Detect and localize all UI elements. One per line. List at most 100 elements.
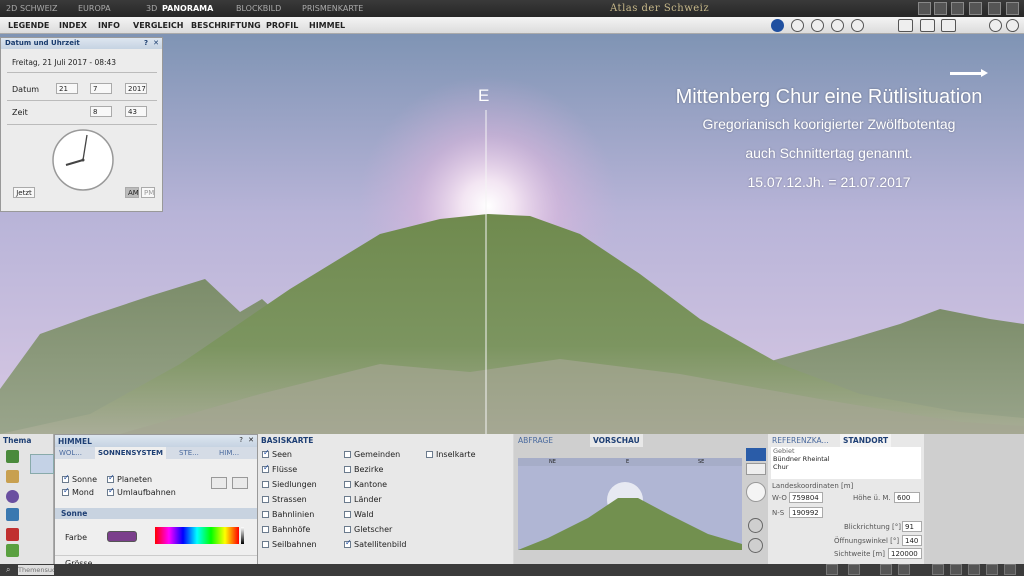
planeten-checkbox[interactable]: Planeten xyxy=(107,473,152,486)
color-picker[interactable] xyxy=(155,527,239,544)
layer-checkbox-gemeinden[interactable]: Gemeinden xyxy=(344,450,400,461)
panel-layout-icon[interactable] xyxy=(918,2,931,15)
layer-checkbox-bahnhöfe[interactable]: Bahnhöfe xyxy=(262,525,310,536)
layer-checkbox-gletscher[interactable]: Gletscher xyxy=(344,525,392,536)
layer-checkbox-bahnlinien[interactable]: Bahnlinien xyxy=(262,510,314,521)
tab-sonnensystem[interactable]: SONNENSYSTEM xyxy=(95,447,167,459)
fullscreen-status-icon[interactable] xyxy=(986,564,998,575)
zoom-out-icon[interactable] xyxy=(811,19,824,32)
search-icon[interactable]: ⌕ xyxy=(6,565,10,575)
tab-vorschau[interactable]: VORSCHAU xyxy=(590,434,643,447)
checkbox-icon[interactable] xyxy=(344,481,351,488)
tab-wolken[interactable]: WOL... xyxy=(59,449,82,457)
oeffnungswinkel-input[interactable]: 140 xyxy=(902,535,922,546)
mond-checkbox[interactable]: Mond xyxy=(62,486,94,499)
layer-checkbox-länder[interactable]: Länder xyxy=(344,495,382,506)
split-icon[interactable] xyxy=(950,564,962,575)
layer-checkbox-wald[interactable]: Wald xyxy=(344,510,374,521)
reset-icon[interactable] xyxy=(232,477,248,489)
split-layout-icon[interactable] xyxy=(934,2,947,15)
people-theme-icon[interactable] xyxy=(6,470,19,483)
brightness-slider[interactable] xyxy=(241,527,244,544)
preview-thumbnail[interactable] xyxy=(518,458,742,550)
checkbox-icon[interactable] xyxy=(262,463,270,473)
checkbox-icon[interactable] xyxy=(262,448,270,458)
checkbox-icon[interactable] xyxy=(426,451,433,458)
layer-checkbox-siedlungen[interactable]: Siedlungen xyxy=(262,480,317,491)
mode-blockbild[interactable]: BLOCKBILD xyxy=(236,4,281,13)
mode-prismenkarte[interactable]: PRISMENKARTE xyxy=(302,4,363,13)
checkbox-icon[interactable] xyxy=(344,466,351,473)
window-icon[interactable] xyxy=(932,564,944,575)
checkbox-icon[interactable] xyxy=(107,486,115,496)
tab-standort[interactable]: STANDORT xyxy=(840,434,892,447)
checkbox-icon[interactable] xyxy=(62,486,70,496)
checkbox-icon[interactable] xyxy=(344,451,351,458)
menu-himmel[interactable]: HIMMEL xyxy=(309,21,345,30)
tab-referenzkarte[interactable]: REFERENZKA... xyxy=(772,436,829,445)
day-field[interactable]: 21 xyxy=(56,83,78,94)
checkbox-icon[interactable] xyxy=(344,526,351,533)
layer-checkbox-inselkarte[interactable]: Inselkarte xyxy=(426,450,475,461)
tab-himmel[interactable]: HIM... xyxy=(219,449,239,457)
transport-theme-icon[interactable] xyxy=(6,528,19,541)
mode-europa[interactable]: EUROPA xyxy=(78,4,111,13)
compare-icon[interactable] xyxy=(968,564,980,575)
layer-checkbox-strassen[interactable]: Strassen xyxy=(262,495,307,506)
close-panel-icon[interactable]: ✕ xyxy=(248,436,254,444)
ns-input[interactable]: 190992 xyxy=(789,507,823,518)
layer-checkbox-bezirke[interactable]: Bezirke xyxy=(344,465,383,476)
print-status-icon[interactable] xyxy=(898,564,910,575)
checkbox-icon[interactable] xyxy=(344,496,351,503)
restore-icon[interactable] xyxy=(969,2,982,15)
close-panel-icon[interactable]: ✕ xyxy=(153,39,159,47)
pointer-tool-icon[interactable] xyxy=(771,19,784,32)
checkbox-icon[interactable] xyxy=(262,496,269,503)
layer-checkbox-seilbahnen[interactable]: Seilbahnen xyxy=(262,540,317,551)
checkbox-icon[interactable] xyxy=(262,511,269,518)
menu-legende[interactable]: LEGENDE xyxy=(8,21,49,30)
umlaufbahnen-checkbox[interactable]: Umlaufbahnen xyxy=(107,486,176,499)
confirm-check-icon[interactable] xyxy=(746,448,766,461)
hour-field[interactable]: 8 xyxy=(90,106,112,117)
menu-info[interactable]: INFO xyxy=(98,21,120,30)
tree-theme-icon[interactable] xyxy=(6,450,19,463)
apply-check-icon[interactable] xyxy=(211,477,227,489)
zoom-plus-icon[interactable] xyxy=(748,518,763,533)
jetzt-button[interactable]: Jetzt xyxy=(13,187,35,198)
plant-theme-icon[interactable] xyxy=(6,544,19,557)
checkbox-icon[interactable] xyxy=(262,541,269,548)
sonne-checkbox[interactable]: Sonne xyxy=(62,473,97,486)
location-icon[interactable] xyxy=(851,19,864,32)
checkbox-icon[interactable] xyxy=(262,481,269,488)
menu-beschriftung[interactable]: BESCHRIFTUNG xyxy=(191,21,261,30)
pm-toggle[interactable]: PM xyxy=(141,187,155,198)
menu-profil[interactable]: PROFIL xyxy=(266,21,298,30)
move-icon[interactable] xyxy=(746,463,766,475)
mail-icon[interactable] xyxy=(941,19,956,32)
minimize-icon[interactable] xyxy=(951,2,964,15)
layers-icon[interactable] xyxy=(848,564,860,575)
hoehe-input[interactable]: 600 xyxy=(894,492,920,503)
sichtweite-input[interactable]: 120000 xyxy=(888,548,922,559)
month-field[interactable]: 7 xyxy=(90,83,112,94)
image-icon[interactable] xyxy=(880,564,892,575)
zoom-in-icon[interactable] xyxy=(791,19,804,32)
theme-tab-tile[interactable] xyxy=(30,454,54,474)
zoom-minus-icon[interactable] xyxy=(748,538,763,553)
minute-field[interactable]: 43 xyxy=(125,106,147,117)
globe-theme-icon[interactable] xyxy=(6,490,19,503)
checkbox-icon[interactable] xyxy=(262,526,269,533)
home-icon[interactable] xyxy=(826,564,838,575)
wo-input[interactable]: 759804 xyxy=(789,492,823,503)
tab-abfrage[interactable]: ABFRAGE xyxy=(518,436,553,445)
checkbox-icon[interactable] xyxy=(344,511,351,518)
layer-checkbox-kantone[interactable]: Kantone xyxy=(344,480,387,491)
export-icon[interactable] xyxy=(920,19,935,32)
blickrichtung-input[interactable]: 91 xyxy=(902,521,922,532)
settings-icon[interactable] xyxy=(1006,19,1019,32)
year-field[interactable]: 2017 xyxy=(125,83,147,94)
fullscreen-icon[interactable] xyxy=(988,2,1001,15)
analog-clock-icon[interactable] xyxy=(51,128,115,192)
checkbox-icon[interactable] xyxy=(62,473,70,483)
